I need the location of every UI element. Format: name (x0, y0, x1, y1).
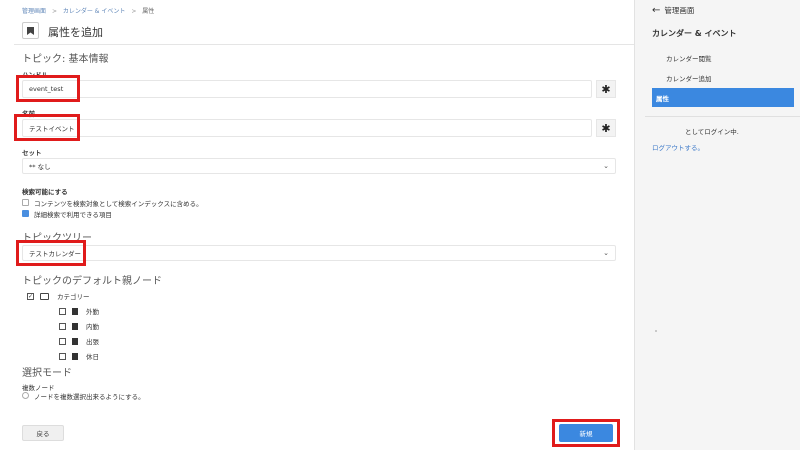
section-select-mode: 選択モード (22, 368, 72, 379)
highlight-box-handle (16, 75, 80, 102)
tree-node-checkbox[interactable] (59, 337, 66, 345)
login-status: としてログイン中. (685, 128, 739, 136)
tree-node[interactable]: 内勤 (59, 321, 99, 331)
tree-root-checkbox[interactable]: ✓ (27, 292, 34, 300)
breadcrumb: 管理画面 > カレンダー & イベント > 属性 (22, 6, 158, 15)
tree-node[interactable]: 出張 (59, 336, 99, 346)
searchable-label: 検索可能にする (22, 188, 68, 196)
file-icon (72, 352, 78, 360)
set-select[interactable]: ** なし ⌄ (22, 158, 616, 174)
sidebar-divider (645, 116, 800, 117)
page-title: 属性を追加 (48, 26, 103, 39)
bookmark-icon (22, 22, 39, 39)
tree-node-checkbox[interactable] (59, 307, 66, 315)
chevron-down-icon: ⌄ (603, 162, 609, 170)
folder-icon (40, 292, 49, 300)
searchable-index-text: コンテンツを検索対象として検索インデックスに含める。 (34, 200, 203, 208)
section-default-parent: トピックのデフォルト親ノード (22, 276, 162, 287)
topic-tree-select[interactable]: テストカレンダー ⌄ (22, 245, 616, 261)
tree-node[interactable]: 休日 (59, 351, 99, 361)
highlight-box-tree (16, 240, 86, 266)
handle-input[interactable]: event_test (22, 80, 592, 98)
multi-select-radio[interactable] (22, 392, 29, 399)
back-button[interactable]: 戻る (22, 425, 64, 441)
breadcrumb-separator: > (131, 8, 137, 15)
chevron-down-icon: ⌄ (603, 249, 609, 257)
advanced-search-text: 詳細検索で利用できる項目 (34, 211, 112, 219)
sidebar-back-label: 管理画面 (664, 6, 695, 15)
decorative-dot (655, 330, 657, 332)
asterisk-icon: ✱ (596, 80, 616, 98)
multi-select-text: ノードを複数選択出来るようにする。 (34, 393, 145, 401)
tree-node-label: 休日 (86, 353, 99, 361)
breadcrumb-item-admin[interactable]: 管理画面 (22, 8, 46, 15)
asterisk-icon: ✱ (596, 119, 616, 137)
breadcrumb-separator: > (51, 8, 57, 15)
name-input[interactable]: テストイベント (22, 119, 592, 137)
tree-node-checkbox[interactable] (59, 322, 66, 330)
set-select-value: ** なし (29, 163, 51, 171)
app-frame: 管理画面 > カレンダー & イベント > 属性 属性を追加 トピック: 基本情… (0, 0, 800, 450)
divider (14, 44, 634, 45)
logout-link[interactable]: ログアウトする。 (652, 142, 704, 152)
main-panel: 管理画面 > カレンダー & イベント > 属性 属性を追加 トピック: 基本情… (0, 0, 634, 450)
breadcrumb-item-current: 属性 (142, 8, 155, 15)
highlight-box-name (14, 114, 80, 141)
breadcrumb-item-calendar[interactable]: カレンダー & イベント (63, 8, 126, 15)
sidebar-back-link[interactable]: ← 管理画面 (652, 5, 694, 16)
sidebar-item-calendar-view[interactable]: カレンダー閲覧 (652, 48, 794, 67)
sidebar-item-attributes[interactable]: 属性 (652, 88, 794, 107)
tree-root-label: カテゴリー (57, 293, 90, 301)
tree-node-label: 外勤 (86, 308, 99, 316)
tree-node-label: 内勤 (86, 323, 99, 331)
file-icon (72, 337, 78, 345)
file-icon (72, 322, 78, 330)
highlight-box-new (552, 419, 620, 447)
section-topic-basic: トピック: 基本情報 (22, 54, 109, 65)
sidebar-item-calendar-add[interactable]: カレンダー追加 (652, 68, 794, 87)
tree-node[interactable]: 外勤 (59, 306, 99, 316)
file-icon (72, 307, 78, 315)
arrow-left-icon: ← (652, 5, 661, 16)
sidebar-heading: カレンダー & イベント (652, 29, 737, 38)
advanced-search-checkbox[interactable] (22, 210, 29, 217)
tree-node-label: 出張 (86, 338, 99, 346)
searchable-index-checkbox[interactable] (22, 199, 29, 206)
set-label: セット (22, 149, 42, 157)
tree-root[interactable]: ✓ カテゴリー (27, 291, 90, 301)
tree-node-checkbox[interactable] (59, 352, 66, 360)
